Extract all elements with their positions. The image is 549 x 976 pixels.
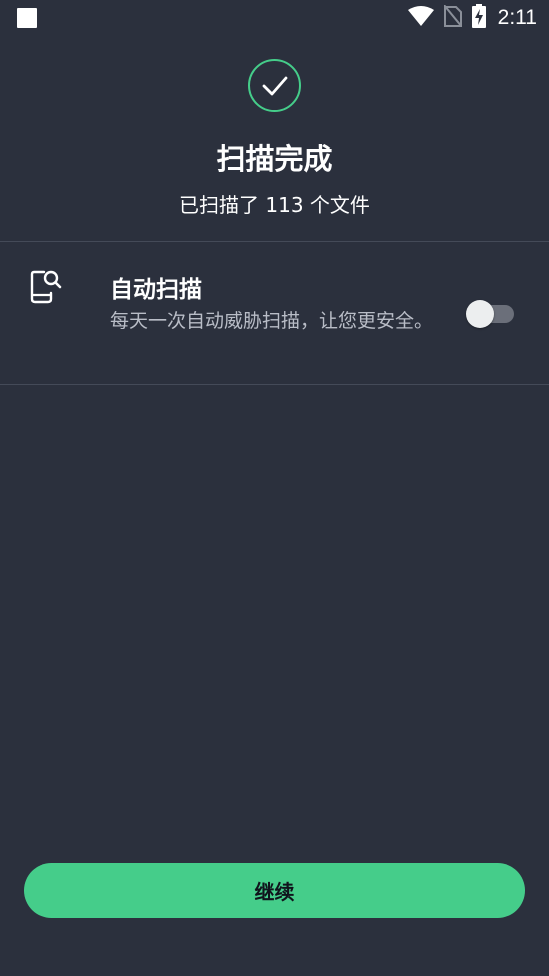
- phone-search-icon: [30, 268, 64, 304]
- check-circle-icon: [248, 59, 301, 112]
- auto-scan-toggle[interactable]: [466, 300, 514, 328]
- auto-scan-description: 每天一次自动威胁扫描，让您更安全。: [110, 310, 434, 332]
- wifi-icon: [407, 6, 434, 30]
- continue-button[interactable]: 继续: [24, 863, 525, 918]
- status-icons: 2:11: [407, 4, 537, 32]
- divider: [0, 384, 549, 385]
- auto-scan-row[interactable]: 自动扫描 每天一次自动威胁扫描，让您更安全。: [0, 242, 549, 384]
- scan-summary: 已扫描了 113 个文件: [179, 193, 370, 217]
- toggle-thumb: [466, 300, 494, 328]
- page-title: 扫描完成: [216, 142, 333, 176]
- battery-charging-icon: [471, 4, 486, 32]
- auto-scan-title: 自动扫描: [110, 277, 202, 303]
- no-sim-icon: [442, 4, 463, 31]
- app-notification-icon: [17, 8, 37, 28]
- status-time: 2:11: [497, 6, 537, 29]
- status-bar: 2:11: [0, 0, 549, 36]
- scan-complete-screen: 2:11 扫描完成 已扫描了 113 个文件 自动扫描 每天一次自动威胁扫描，让…: [0, 0, 549, 976]
